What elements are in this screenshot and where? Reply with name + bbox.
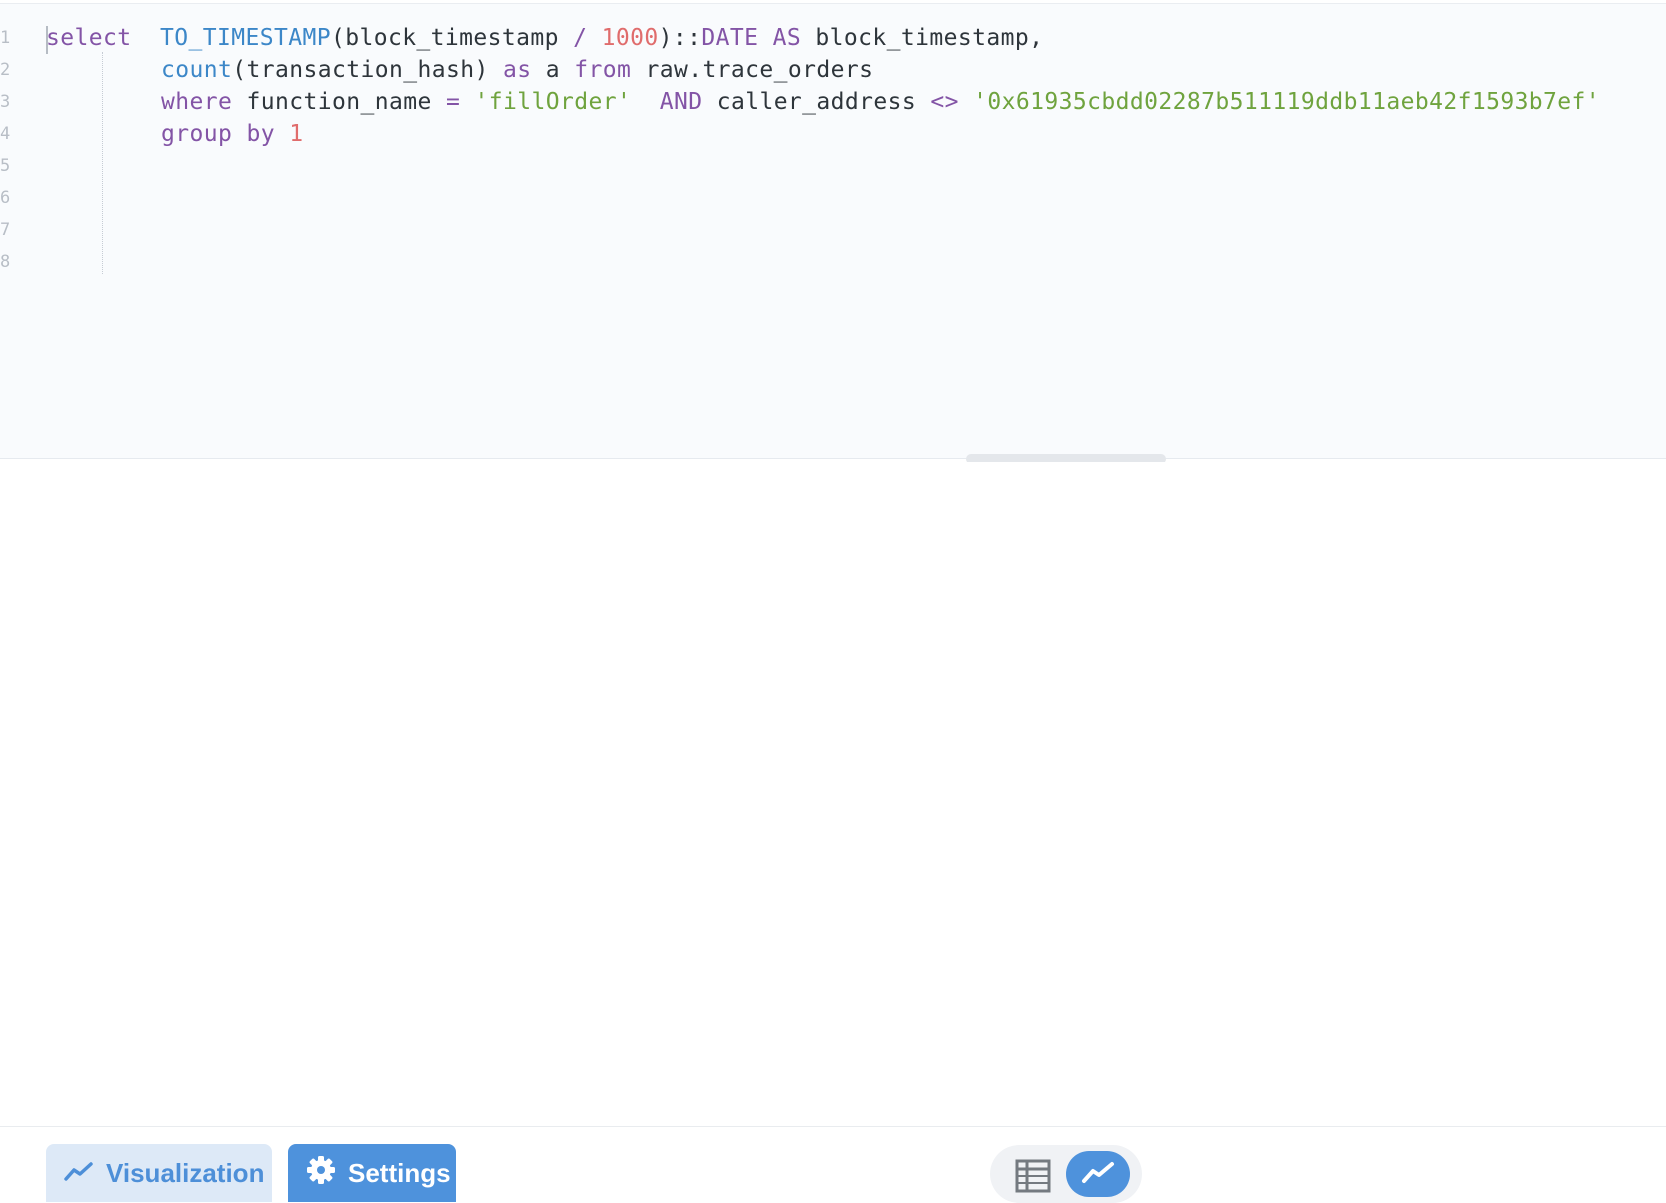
indent-guide <box>102 52 103 274</box>
code-token: / <box>573 25 588 51</box>
results-panel <box>0 462 1666 1126</box>
code-token: TO_TIMESTAMP <box>159 25 331 51</box>
visualization-button[interactable]: Visualization <box>46 1144 272 1202</box>
settings-button[interactable]: Settings <box>288 1144 456 1202</box>
code-token: = <box>445 89 461 115</box>
code-token: DATE <box>701 25 759 51</box>
line-number: 1 <box>0 28 11 48</box>
line-number: 8 <box>0 252 11 272</box>
code-line-1[interactable]: select TO_TIMESTAMP(block_timestamp / 10… <box>46 22 1043 54</box>
code-line-3[interactable]: where function_name = 'fillOrder' AND ca… <box>161 86 1600 118</box>
code-token: raw.trace_orders <box>631 57 874 83</box>
line-chart-icon <box>1081 1160 1115 1189</box>
code-token: where <box>161 89 233 115</box>
code-token: (block_timestamp <box>330 25 574 51</box>
code-token: group <box>161 121 233 147</box>
code-token: count <box>161 57 233 83</box>
code-token: from <box>574 57 632 83</box>
code-token: as <box>502 57 532 83</box>
code-token: <> <box>930 89 959 115</box>
gear-icon <box>306 1155 336 1192</box>
code-token: 'fillOrder' <box>474 89 632 115</box>
bottom-toolbar: Visualization Settings <box>0 1126 1666 1203</box>
line-number: 5 <box>0 156 11 176</box>
line-number: 6 <box>0 188 11 208</box>
code-token: '0x61935cbdd02287b511119ddb11aeb42f1593b… <box>973 89 1601 115</box>
line-chart-icon <box>64 1158 94 1189</box>
code-line-4[interactable]: group by 1 <box>161 118 304 150</box>
code-token: caller_address <box>702 89 931 115</box>
view-toggle <box>990 1145 1142 1203</box>
code-token: block_timestamp, <box>801 25 1044 51</box>
code-token: AND <box>659 89 703 115</box>
chart-view-toggle[interactable] <box>1066 1151 1130 1197</box>
code-token: by <box>246 121 275 147</box>
code-token: AS <box>772 25 802 51</box>
line-number: 7 <box>0 220 11 240</box>
line-number: 4 <box>0 124 11 144</box>
line-number: 3 <box>0 92 11 112</box>
code-token: ):: <box>658 25 702 51</box>
code-token: 1000 <box>601 25 659 51</box>
sql-editor[interactable]: 1 2 3 4 5 6 7 8 select TO_TIMESTAMP(bloc… <box>0 3 1666 459</box>
table-view-toggle[interactable] <box>1014 1158 1052 1194</box>
code-token: (transaction_hash) <box>232 57 503 83</box>
line-number: 2 <box>0 60 11 80</box>
line-number-gutter: 1 2 3 4 5 6 7 8 <box>0 4 24 458</box>
table-icon <box>1014 1159 1052 1198</box>
code-token: function_name <box>232 89 446 115</box>
code-line-2[interactable]: count(transaction_hash) as a from raw.tr… <box>161 54 873 86</box>
visualization-label: Visualization <box>106 1157 265 1188</box>
code-token: a <box>531 57 575 83</box>
code-token: 1 <box>289 121 304 147</box>
code-token: select <box>46 25 132 51</box>
settings-label: Settings <box>348 1157 451 1188</box>
